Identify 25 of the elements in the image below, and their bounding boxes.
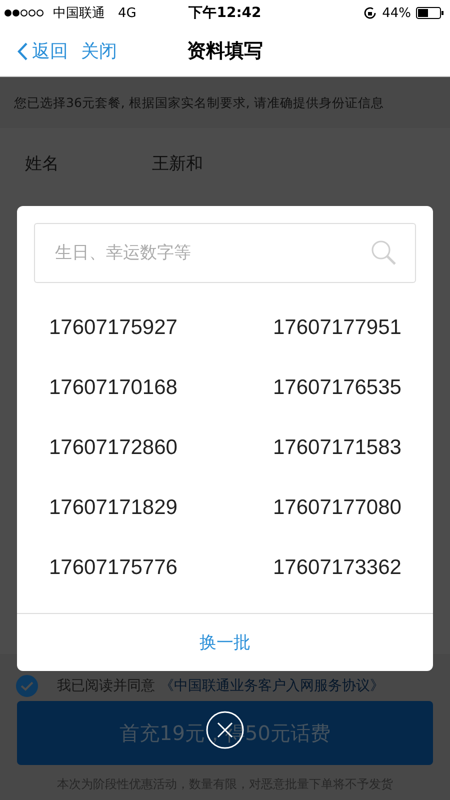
search-icon — [370, 239, 398, 267]
status-time: 下午12:42 — [188, 4, 262, 22]
field-label: 姓名 — [25, 152, 60, 174]
carrier-name: 中国联通 — [53, 5, 105, 22]
checkmark-icon — [20, 681, 34, 691]
field-value: 王新和 — [152, 152, 203, 174]
phone-number-option[interactable]: 17607171583 — [241, 418, 433, 478]
phone-number-option[interactable]: 17607171829 — [49, 478, 241, 538]
phone-number-option[interactable]: 17607177951 — [241, 298, 433, 358]
phone-number-option[interactable]: 17607175927 — [49, 298, 241, 358]
phone-number-option[interactable]: 17607172860 — [49, 418, 241, 478]
phone-number-option[interactable]: 17607173362 — [241, 538, 433, 598]
search-field[interactable]: 生日、幸运数字等 — [34, 223, 416, 283]
checkbox[interactable] — [16, 675, 38, 697]
phone-number-option[interactable]: 17607170168 — [49, 358, 241, 418]
notice-text: 您已选择36元套餐, 根据国家实名制要求, 请准确提供身份证信息 — [13, 94, 385, 112]
phone-number-option[interactable]: 17607175776 — [49, 538, 241, 598]
rotation-lock-icon — [363, 6, 378, 20]
battery-icon — [416, 7, 444, 19]
phone-number-option[interactable]: 17607176535 — [241, 358, 433, 418]
phone-number-option[interactable]: 17607177080 — [241, 478, 433, 538]
page-title: 资料填写 — [187, 39, 263, 64]
chevron-left-icon — [17, 42, 28, 60]
battery-percent: 44% — [382, 6, 411, 20]
network-type: 4G — [118, 6, 136, 20]
